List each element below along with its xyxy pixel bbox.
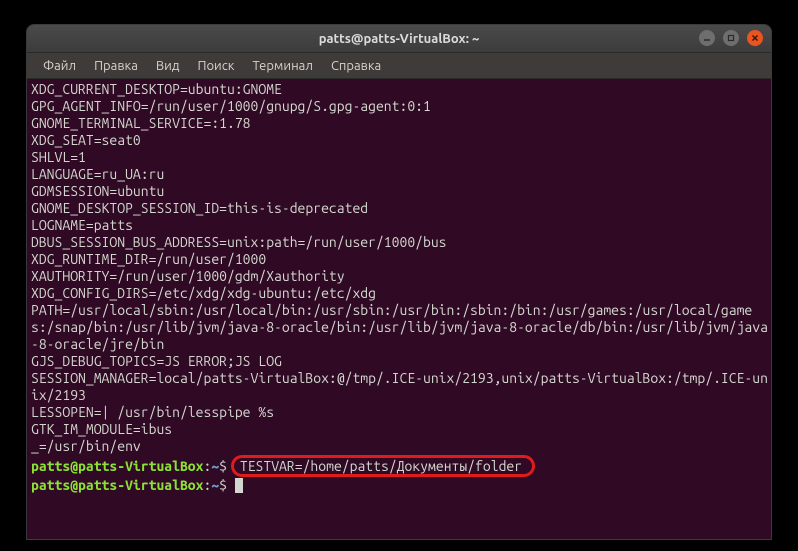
window-title: patts@patts-VirtualBox: ~ <box>319 32 480 46</box>
prompt-line: patts@patts-VirtualBox:~$ TESTVAR=/home/… <box>31 455 771 477</box>
env-line: GDMSESSION=ubuntu <box>31 183 771 200</box>
env-line: _=/usr/bin/env <box>31 438 771 455</box>
env-line: XDG_CONFIG_DIRS=/etc/xdg/xdg-ubuntu:/etc… <box>31 285 771 302</box>
menu-edit[interactable]: Правка <box>86 57 146 75</box>
menu-terminal[interactable]: Терминал <box>244 57 320 75</box>
prompt-user: patts@patts-VirtualBox <box>31 477 203 493</box>
command-text: TESTVAR=/home/patts/Документы/folder <box>240 458 522 474</box>
env-line: XDG_SEAT=seat0 <box>31 132 771 149</box>
prompt-line-empty: patts@patts-VirtualBox:~$ <box>31 477 771 494</box>
prompt-path: ~ <box>211 458 219 474</box>
env-line: LANGUAGE=ru_UA:ru <box>31 166 771 183</box>
env-line: GJS_DEBUG_TOPICS=JS ERROR;JS LOG <box>31 353 771 370</box>
menubar: Файл Правка Вид Поиск Терминал Справка <box>27 53 771 79</box>
terminal-output[interactable]: XDG_CURRENT_DESKTOP=ubuntu:GNOME GPG_AGE… <box>27 79 771 539</box>
highlighted-command: TESTVAR=/home/patts/Документы/folder <box>231 455 535 477</box>
menu-view[interactable]: Вид <box>148 57 188 75</box>
titlebar[interactable]: patts@patts-VirtualBox: ~ <box>27 25 771 53</box>
prompt-symbol: $ <box>219 477 227 493</box>
menu-help[interactable]: Справка <box>323 57 389 75</box>
env-line: XDG_CURRENT_DESKTOP=ubuntu:GNOME <box>31 81 771 98</box>
env-line: XDG_RUNTIME_DIR=/run/user/1000 <box>31 251 771 268</box>
env-line: SESSION_MANAGER=local/patts-VirtualBox:@… <box>31 370 771 404</box>
env-line: LOGNAME=patts <box>31 217 771 234</box>
env-line: SHLVL=1 <box>31 149 771 166</box>
menu-file[interactable]: Файл <box>35 57 84 75</box>
env-line: PATH=/usr/local/sbin:/usr/local/bin:/usr… <box>31 302 771 353</box>
minimize-button[interactable] <box>699 30 715 46</box>
env-line: GNOME_TERMINAL_SERVICE=:1.78 <box>31 115 771 132</box>
prompt-symbol: $ <box>219 458 227 474</box>
window-controls <box>699 30 763 46</box>
menu-search[interactable]: Поиск <box>189 57 242 75</box>
env-line: DBUS_SESSION_BUS_ADDRESS=unix:path=/run/… <box>31 234 771 251</box>
env-line: XAUTHORITY=/run/user/1000/gdm/Xauthority <box>31 268 771 285</box>
env-line: LESSOPEN=| /usr/bin/lesspipe %s <box>31 404 771 421</box>
env-line: GPG_AGENT_INFO=/run/user/1000/gnupg/S.gp… <box>31 98 771 115</box>
maximize-button[interactable] <box>723 30 739 46</box>
terminal-window: patts@patts-VirtualBox: ~ Файл Правка Ви… <box>26 24 772 540</box>
cursor <box>235 478 243 493</box>
prompt-user: patts@patts-VirtualBox <box>31 458 203 474</box>
close-button[interactable] <box>747 30 763 46</box>
env-line: GNOME_DESKTOP_SESSION_ID=this-is-depreca… <box>31 200 771 217</box>
env-line: GTK_IM_MODULE=ibus <box>31 421 771 438</box>
prompt-path: ~ <box>211 477 219 493</box>
